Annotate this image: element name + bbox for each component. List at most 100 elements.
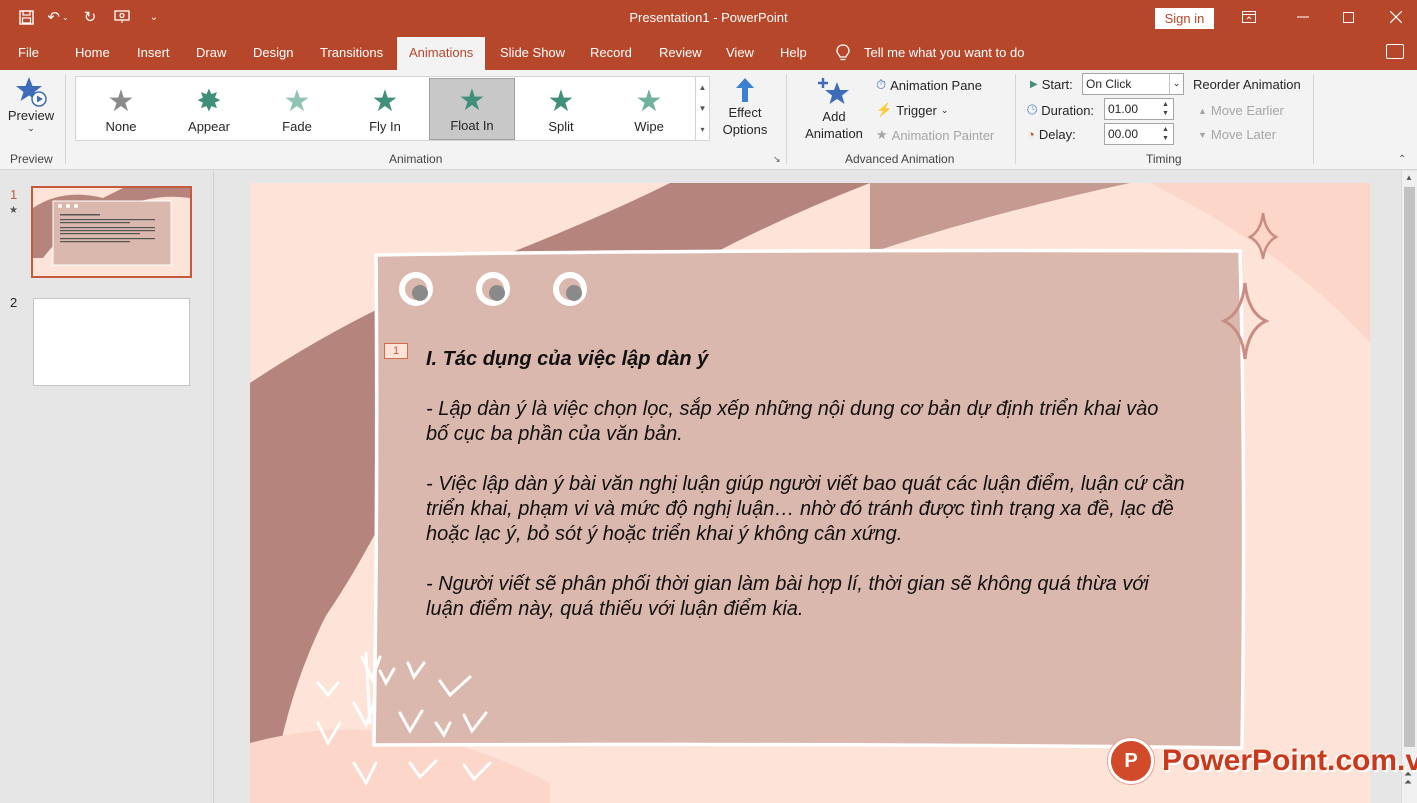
slide-heading: I. Tác dụng của việc lập dàn ý	[426, 348, 709, 370]
arrow-up-icon	[736, 78, 754, 102]
divider	[786, 74, 787, 164]
preview-group-label: Preview	[10, 152, 53, 166]
scroll-down-icon[interactable]: ▼	[699, 104, 707, 113]
move-later-button[interactable]: ▼ Move Later	[1198, 127, 1276, 142]
tab-record[interactable]: Record	[578, 35, 644, 70]
watermark-text: PowerPoint.com.vn	[1162, 744, 1417, 777]
dialog-launcher-icon[interactable]: ↘	[773, 154, 781, 165]
animation-pane-button[interactable]: ⏱ Animation Pane	[876, 77, 982, 93]
maximize-icon[interactable]	[1328, 5, 1368, 29]
tab-draw[interactable]: Draw	[184, 35, 238, 70]
animation-float-in[interactable]: ★ Float In	[429, 78, 515, 140]
duration-label: Duration:	[1041, 102, 1095, 118]
duration-input[interactable]: 01.00 ▲ ▼	[1104, 98, 1174, 120]
painter-star-icon: ★	[876, 127, 888, 142]
tab-slide-show[interactable]: Slide Show	[488, 35, 577, 70]
animation-label: Split	[548, 119, 574, 134]
reorder-animation-label: Reorder Animation	[1193, 77, 1301, 92]
ribbon-display-options-icon[interactable]	[1229, 5, 1269, 29]
animation-split[interactable]: ★ Split	[518, 78, 604, 140]
split-star-icon: ★	[547, 85, 575, 118]
triangle-down-icon: ▼	[1198, 129, 1207, 140]
tab-transitions[interactable]: Transitions	[308, 35, 395, 70]
tab-design[interactable]: Design	[241, 35, 305, 70]
lightbulb-icon	[836, 43, 850, 60]
add-star-icon	[818, 78, 849, 104]
more-icon[interactable]: ▾	[700, 125, 704, 134]
ribbon: Preview ⌄ Preview ★ None ✸ Appear ★ Fade…	[0, 70, 1417, 170]
delay-input[interactable]: 00.00 ▲ ▼	[1104, 123, 1174, 145]
slide-canvas[interactable]: 1 I. Tác dụng của việc lập dàn ý - Lập d…	[250, 183, 1370, 803]
animation-wipe[interactable]: ★ Wipe	[606, 78, 692, 140]
animation-order-tag[interactable]: 1	[384, 343, 408, 359]
comments-icon[interactable]	[1386, 44, 1404, 59]
delay-row: ◔ Delay:	[1027, 127, 1076, 142]
start-value: On Click	[1086, 77, 1132, 91]
scroll-up-icon[interactable]: ▲	[1405, 173, 1413, 182]
animation-painter-button[interactable]: ★ Animation Painter	[876, 127, 994, 143]
slide-paragraph: - Lập dàn ý là việc chọn lọc, sắp xếp nh…	[426, 398, 1159, 445]
delay-spinner[interactable]: ▲ ▼	[1162, 125, 1172, 143]
title-bar: ↶ ⌄ ↻ ⌄ Presentation1 - PowerPoint Sign i…	[0, 0, 1417, 35]
preview-button[interactable]: Preview ⌄	[8, 74, 54, 133]
move-earlier-button[interactable]: ▲ Move Earlier	[1198, 103, 1284, 118]
animation-group-label: Animation	[389, 152, 443, 166]
animation-fade[interactable]: ★ Fade	[254, 78, 340, 140]
tab-animations[interactable]: Animations	[397, 37, 486, 70]
ribbon-tabs: File Home Insert Draw Design Transitions…	[0, 35, 1417, 70]
thumbnail-preview	[33, 188, 190, 266]
duration-spinner[interactable]: ▲ ▼	[1162, 100, 1172, 118]
slide-paragraph: - Việc lập dàn ý bài văn nghị luận giúp …	[426, 473, 1185, 545]
slide-thumbnail-2[interactable]	[33, 298, 190, 386]
minimize-icon[interactable]	[1283, 5, 1323, 29]
effect-options-button[interactable]: Effect Options	[714, 76, 776, 138]
divider	[65, 74, 66, 164]
duration-row: 🕒︎ Duration:	[1027, 102, 1094, 118]
animation-painter-label: Animation Painter	[891, 127, 995, 143]
animation-label: Appear	[188, 119, 230, 134]
slide-paragraph: - Người viết sẽ phân phối thời gian làm …	[426, 573, 1149, 620]
tab-file[interactable]: File	[6, 35, 51, 70]
animation-label: Float In	[450, 118, 494, 133]
animation-appear[interactable]: ✸ Appear	[166, 78, 252, 140]
burst-star-icon: ✸	[196, 85, 222, 118]
scroll-thumb[interactable]	[1404, 187, 1415, 747]
vertical-scrollbar[interactable]: ▲ ▼ ⏶ ⏶	[1401, 171, 1417, 803]
tab-view[interactable]: View	[714, 35, 766, 70]
preview-star-icon	[16, 77, 47, 107]
chevron-down-icon: ⌄	[27, 123, 35, 133]
duration-value: 01.00	[1108, 102, 1139, 116]
close-icon[interactable]	[1376, 5, 1416, 29]
tab-review[interactable]: Review	[647, 35, 714, 70]
collapse-ribbon-icon[interactable]: ⌃	[1398, 154, 1406, 165]
move-earlier-label: Move Earlier	[1210, 103, 1284, 118]
scroll-up-icon[interactable]: ▲	[699, 83, 707, 92]
chevron-down-icon[interactable]: ⌄	[1169, 74, 1183, 94]
play-icon: ▶	[1030, 79, 1038, 90]
add-animation-label: Add Animation	[805, 109, 863, 141]
tab-insert[interactable]: Insert	[125, 35, 182, 70]
animation-label: Wipe	[634, 119, 664, 134]
sign-in-button[interactable]: Sign in	[1155, 8, 1214, 29]
watermark: P PowerPoint.com.vn	[1108, 738, 1417, 784]
fade-star-icon: ★	[283, 85, 311, 118]
lightning-icon: ⚡	[876, 102, 893, 117]
slide-number: 1	[10, 187, 18, 202]
gallery-scrollbar[interactable]: ▲ ▼ ▾	[695, 77, 709, 140]
animation-label: Fade	[282, 119, 312, 134]
divider	[1015, 74, 1016, 164]
slide-thumbnail-1[interactable]	[31, 186, 192, 278]
animation-fly-in[interactable]: ★ Fly In	[342, 78, 428, 140]
tab-help[interactable]: Help	[768, 35, 819, 70]
start-select[interactable]: On Click ⌄	[1082, 73, 1184, 95]
slides-panel: 1 ★ 2	[0, 171, 214, 803]
animation-label: None	[105, 119, 137, 134]
tell-me-search[interactable]: Tell me what you want to do	[836, 35, 1024, 70]
slide-text-box[interactable]: I. Tác dụng của việc lập dàn ý - Lập dàn…	[426, 347, 1186, 647]
trigger-button[interactable]: ⚡ Trigger ⌄	[876, 102, 948, 118]
trigger-label: Trigger	[896, 102, 937, 118]
reorder-text: Reorder Animation	[1193, 77, 1301, 92]
tab-home[interactable]: Home	[63, 35, 122, 70]
animation-none[interactable]: ★ None	[78, 78, 164, 140]
add-animation-button[interactable]: Add Animation	[797, 76, 871, 142]
